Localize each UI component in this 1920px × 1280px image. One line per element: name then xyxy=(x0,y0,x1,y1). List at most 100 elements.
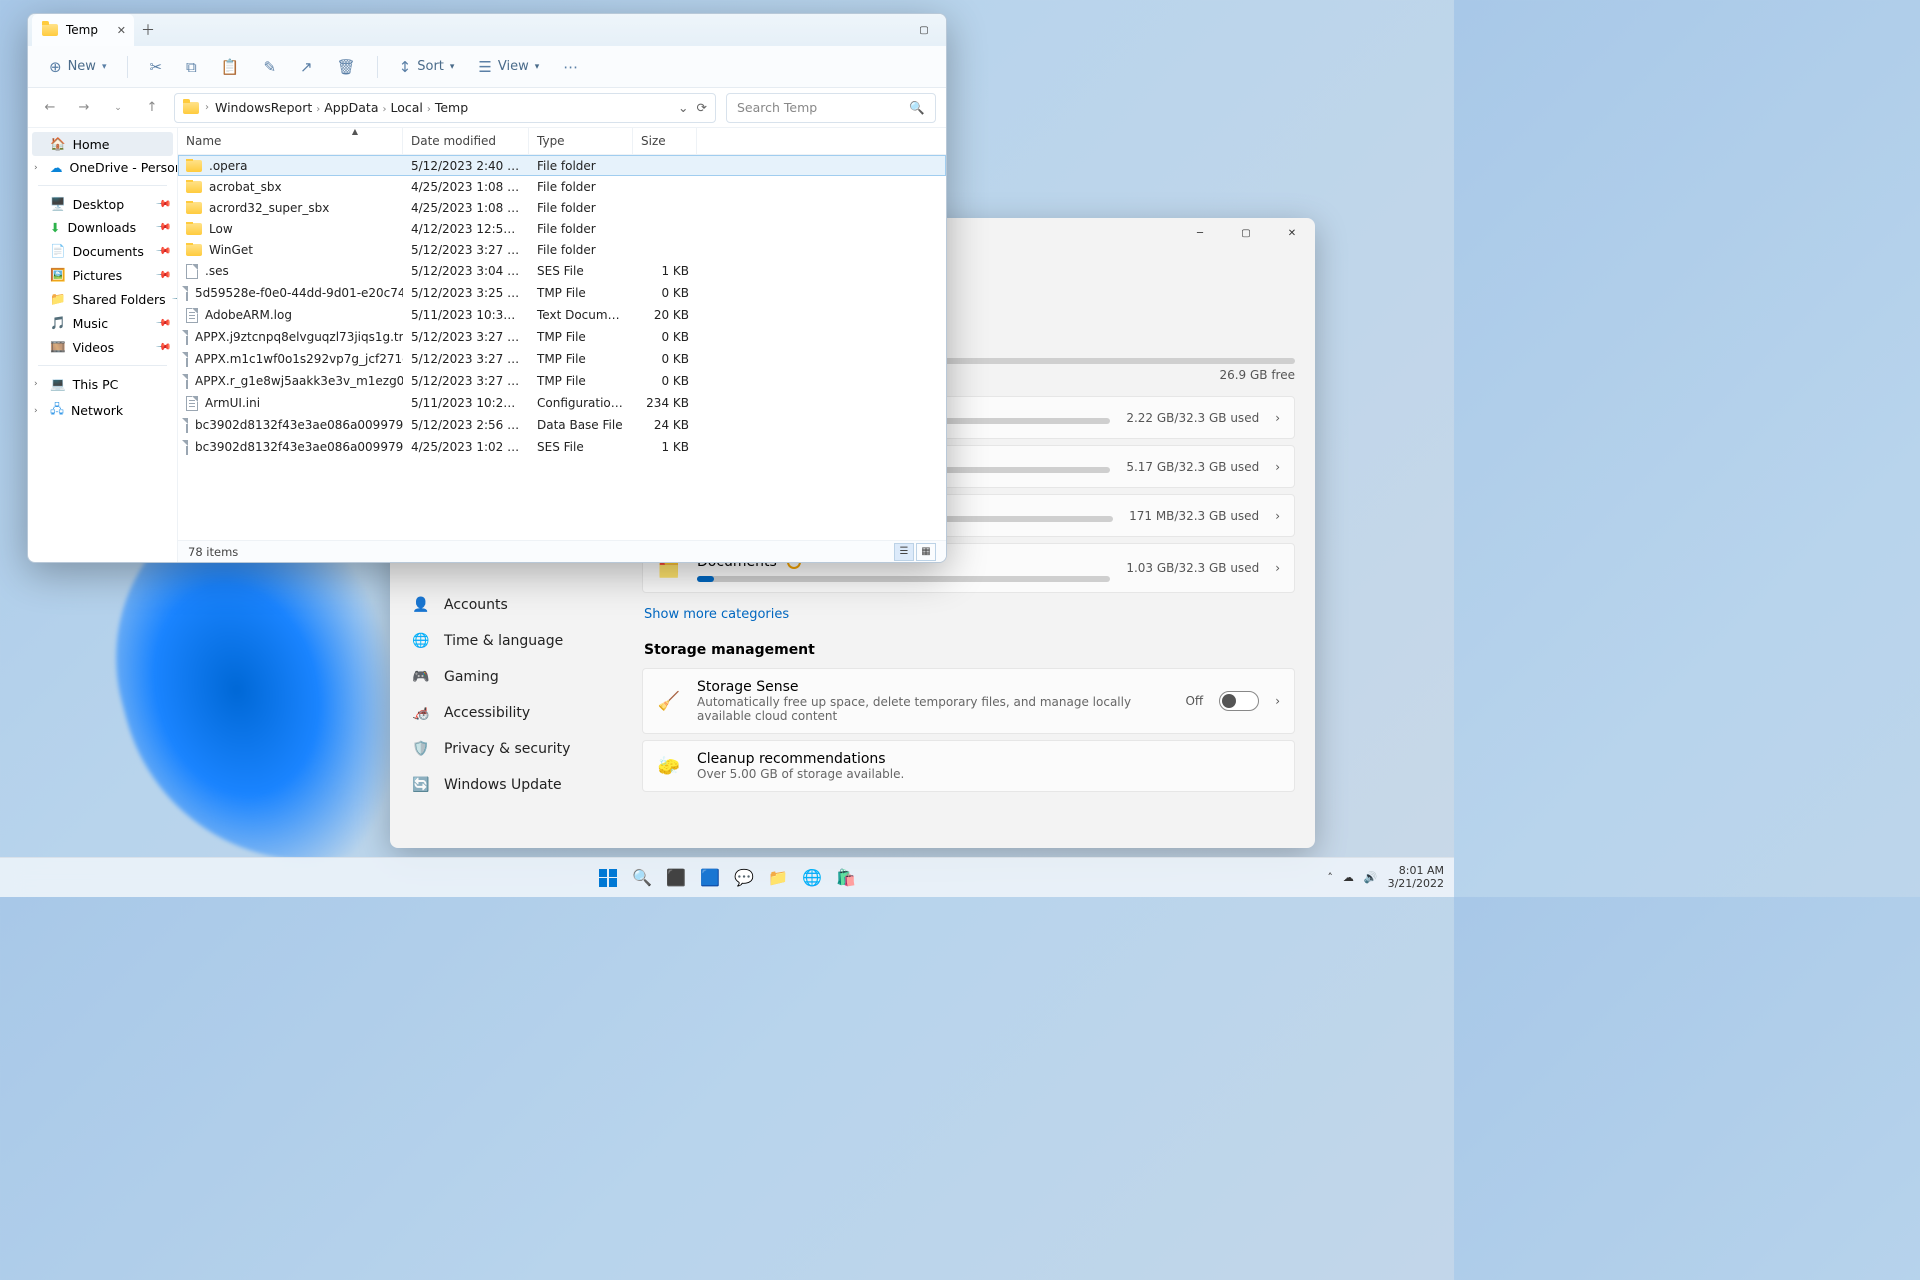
col-date[interactable]: Date modified xyxy=(403,128,529,154)
sort-button[interactable]: ↕Sort▾ xyxy=(390,53,464,81)
sidebar-item-network[interactable]: ›🖧Network xyxy=(28,396,177,425)
file-row[interactable]: acrord32_super_sbx 4/25/2023 1:08 AM Fil… xyxy=(178,197,946,218)
explorer-window: Temp ✕ ＋ ─ ▢ ✕ ⊕New▾ ✂ ⧉ 📋 ✎ ↗ 🗑 ↕Sort▾ … xyxy=(27,13,947,563)
sidebar-item[interactable]: 📁 Shared Folders 📌 xyxy=(28,287,177,311)
taskbar-store[interactable]: 🛍️ xyxy=(832,864,860,892)
sidebar-item[interactable]: 🎵 Music 📌 xyxy=(28,311,177,335)
tray-chevron-icon[interactable]: ˄ xyxy=(1327,871,1333,884)
sidebar-item-this-pc[interactable]: ›💻This PC xyxy=(28,372,177,396)
taskbar-search-button[interactable]: 🔍 xyxy=(628,864,656,892)
col-type[interactable]: Type xyxy=(529,128,633,154)
sidebar-icon: 🎵 xyxy=(50,315,66,331)
chat-button[interactable]: 💬 xyxy=(730,864,758,892)
chevron-down-icon: ▾ xyxy=(535,62,540,72)
breadcrumb-segment[interactable]: Local xyxy=(390,100,422,115)
sidebar-item[interactable]: 🖼️ Pictures 📌 xyxy=(28,263,177,287)
settings-nav-item[interactable]: 🦽 Accessibility xyxy=(398,696,634,730)
back-button[interactable]: ← xyxy=(38,100,62,115)
new-button[interactable]: ⊕New▾ xyxy=(40,53,115,81)
widgets-button[interactable]: 🟦 xyxy=(696,864,724,892)
col-name[interactable]: ▲Name xyxy=(178,128,403,154)
settings-close-button[interactable]: ✕ xyxy=(1269,218,1315,248)
file-row[interactable]: .opera 5/12/2023 2:40 AM File folder xyxy=(178,155,946,176)
sidebar-item-home[interactable]: 🏠Home xyxy=(32,132,173,156)
taskbar-explorer[interactable]: 📁 xyxy=(764,864,792,892)
settings-nav-item[interactable]: 🎮 Gaming xyxy=(398,660,634,694)
file-row[interactable]: bc3902d8132f43e3ae086a009979fa88.db 5/12… xyxy=(178,414,946,436)
nav-icon: 🌐 xyxy=(412,632,430,650)
details-view-button[interactable]: ☰ xyxy=(894,543,914,561)
file-row[interactable]: Low 4/12/2023 12:56 AM File folder xyxy=(178,218,946,239)
search-input[interactable]: Search Temp 🔍 xyxy=(726,93,936,123)
file-row[interactable]: acrobat_sbx 4/25/2023 1:08 AM File folde… xyxy=(178,176,946,197)
cut-button[interactable]: ✂ xyxy=(140,53,171,81)
breadcrumb-segment[interactable]: WindowsReport xyxy=(215,100,312,115)
volume-icon[interactable]: 🔊 xyxy=(1364,871,1378,884)
text-file-icon xyxy=(186,308,198,323)
breadcrumb[interactable]: › WindowsReport › AppData › Local › Temp… xyxy=(174,93,716,123)
file-row[interactable]: APPX.j9ztcnpq8elvguqzl73jiqs1g.tmp 5/12/… xyxy=(178,326,946,348)
system-tray[interactable]: ˄ ☁ 🔊 8:01 AM 3/21/2022 xyxy=(1327,865,1454,889)
item-count: 78 items xyxy=(188,545,238,559)
taskbar-edge[interactable]: 🌐 xyxy=(798,864,826,892)
sidebar-item[interactable]: 🎞️ Videos 📌 xyxy=(28,335,177,359)
show-more-categories-link[interactable]: Show more categories xyxy=(644,607,789,622)
paste-button[interactable]: 📋 xyxy=(212,53,249,81)
file-list: .opera 5/12/2023 2:40 AM File folder acr… xyxy=(178,155,946,540)
start-button[interactable] xyxy=(594,864,622,892)
sidebar-item[interactable]: 🖥️ Desktop 📌 xyxy=(28,192,177,216)
onedrive-tray-icon[interactable]: ☁ xyxy=(1343,871,1354,884)
column-headers: ▲Name Date modified Type Size xyxy=(178,128,946,155)
task-view-button[interactable]: ⬛ xyxy=(662,864,690,892)
file-row[interactable]: 5d59528e-f0e0-44dd-9d01-e20c748d067f....… xyxy=(178,282,946,304)
storage-sense-row[interactable]: 🧹 Storage Sense Automatically free up sp… xyxy=(642,668,1295,734)
folder-icon xyxy=(186,223,202,235)
settings-nav-item[interactable]: 🌐 Time & language xyxy=(398,624,634,658)
file-row[interactable]: APPX.m1c1wf0o1s292vp7g_jcf271g.tmp 5/12/… xyxy=(178,348,946,370)
delete-button[interactable]: 🗑 xyxy=(328,53,365,81)
sidebar-item[interactable]: ⬇ Downloads 📌 xyxy=(28,216,177,239)
tab-close-button[interactable]: ✕ xyxy=(117,24,126,37)
settings-nav-item[interactable]: 🔄 Windows Update xyxy=(398,768,634,802)
more-button[interactable]: ⋯ xyxy=(554,53,587,81)
storage-sense-title: Storage Sense xyxy=(697,679,1169,695)
file-row[interactable]: AdobeARM.log 5/11/2023 10:37 PM Text Doc… xyxy=(178,304,946,326)
settings-maximize-button[interactable]: ▢ xyxy=(1223,218,1269,248)
file-row[interactable]: WinGet 5/12/2023 3:27 AM File folder xyxy=(178,239,946,260)
up-button[interactable]: ↑ xyxy=(140,100,164,115)
new-tab-button[interactable]: ＋ xyxy=(134,20,162,40)
rename-button[interactable]: ✎ xyxy=(254,53,285,81)
pin-icon: 📌 xyxy=(154,315,171,332)
sidebar-icon: 🖼️ xyxy=(50,267,66,283)
file-row[interactable]: APPX.r_g1e8wj5aakk3e3v_m1ezg0h.tmp 5/12/… xyxy=(178,370,946,392)
file-row[interactable]: bc3902d8132f43e3ae086a009979fa88.db.ses … xyxy=(178,436,946,458)
chevron-right-icon: › xyxy=(1275,694,1280,708)
file-row[interactable]: .ses 5/12/2023 3:04 AM SES File 1 KB xyxy=(178,260,946,282)
forward-button[interactable]: → xyxy=(72,100,96,115)
settings-nav-item[interactable]: 👤 Accounts xyxy=(398,588,634,622)
dropdown-icon[interactable]: ⌄ xyxy=(678,100,688,115)
cleanup-recommendations-row[interactable]: 🧽 Cleanup recommendations Over 5.00 GB o… xyxy=(642,740,1295,792)
settings-minimize-button[interactable]: ─ xyxy=(1177,218,1223,248)
file-icon xyxy=(186,330,188,345)
view-button[interactable]: ☰View▾ xyxy=(469,53,548,81)
breadcrumb-segment[interactable]: AppData xyxy=(324,100,378,115)
copy-button[interactable]: ⧉ xyxy=(177,53,206,81)
recent-locations-button[interactable]: ⌄ xyxy=(106,103,130,113)
explorer-tab[interactable]: Temp ✕ xyxy=(32,14,134,46)
share-button[interactable]: ↗ xyxy=(291,53,322,81)
thumbnails-view-button[interactable]: ▦ xyxy=(916,543,936,561)
scissors-icon: ✂ xyxy=(149,58,162,76)
text-file-icon xyxy=(186,396,198,411)
settings-nav-item[interactable]: 🛡️ Privacy & security xyxy=(398,732,634,766)
col-size[interactable]: Size xyxy=(633,128,697,154)
sidebar-item-onedrive[interactable]: ›☁OneDrive - Persona xyxy=(28,156,177,179)
clock[interactable]: 8:01 AM 3/21/2022 xyxy=(1388,865,1444,889)
explorer-maximize-button[interactable]: ▢ xyxy=(902,14,946,46)
sidebar-item[interactable]: 📄 Documents 📌 xyxy=(28,239,177,263)
refresh-button[interactable]: ⟳ xyxy=(697,100,707,115)
storage-sense-toggle[interactable] xyxy=(1219,691,1259,711)
sidebar-icon: 📄 xyxy=(50,243,66,259)
breadcrumb-segment[interactable]: Temp xyxy=(435,100,468,115)
file-row[interactable]: ArmUI.ini 5/11/2023 10:26 PM Configurati… xyxy=(178,392,946,414)
